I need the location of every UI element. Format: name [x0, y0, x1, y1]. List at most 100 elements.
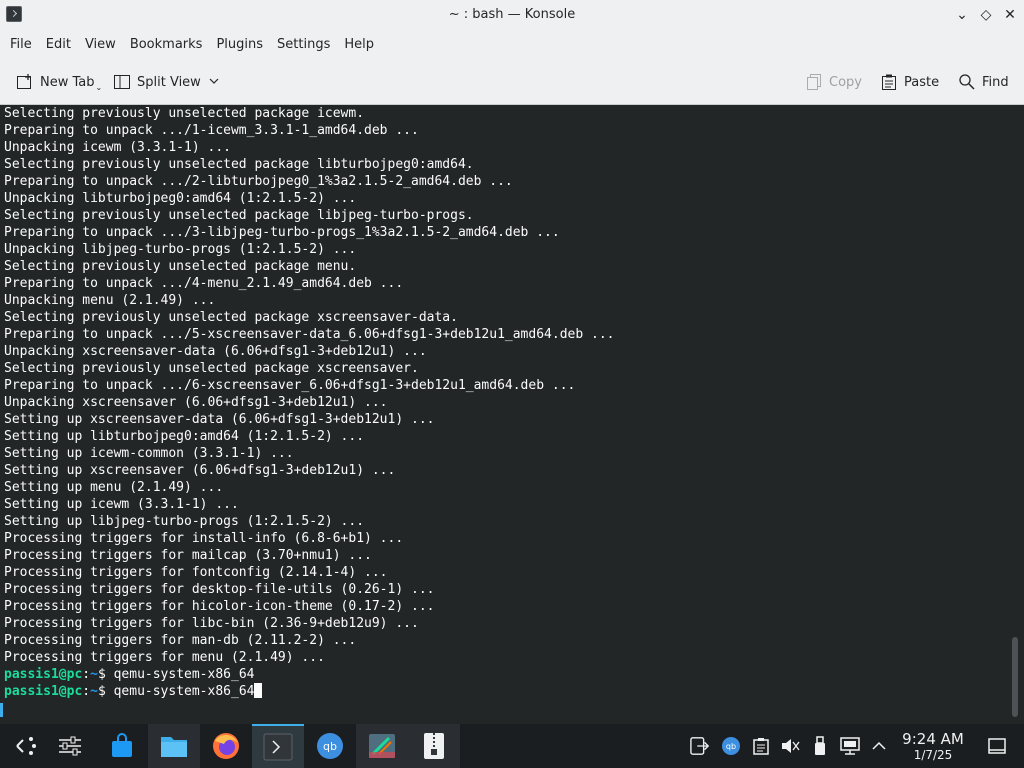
network-wired-icon[interactable]	[840, 736, 860, 756]
terminal-line: Unpacking icewm (3.3.1-1) ...	[4, 140, 231, 155]
prompt-separator: :	[82, 667, 91, 682]
terminal-line: Selecting previously unselected package …	[4, 208, 474, 223]
menu-bar: File Edit View Bookmarks Plugins Setting…	[0, 30, 1024, 58]
menu-edit[interactable]: Edit	[39, 37, 78, 52]
volume-muted-icon[interactable]	[780, 736, 800, 756]
terminal-line: Preparing to unpack .../2-libturbojpeg0_…	[4, 174, 513, 189]
terminal-input-marker	[0, 703, 3, 717]
window-title: ~ : bash — Konsole	[448, 7, 576, 22]
terminal-line: Setting up menu (2.1.49) ...	[4, 480, 224, 495]
split-view-icon	[113, 73, 131, 91]
new-tab-dropdown-icon: ⌄	[95, 82, 103, 92]
terminal-line: Selecting previously unselected package …	[4, 259, 357, 274]
terminal-line: Selecting previously unselected package …	[4, 361, 419, 376]
terminal-line: Unpacking libturbojpeg0:amd64 (1:2.1.5-2…	[4, 191, 357, 206]
prompt-user-host: passis1@pc	[4, 667, 83, 682]
terminal-cursor	[254, 683, 263, 698]
qbittorrent-tray-icon[interactable]: qb	[721, 736, 741, 756]
prompt-user-host: passis1@pc	[4, 684, 83, 699]
toolbar: New Tab ⌄ Split View Copy Paste Find	[0, 58, 1024, 105]
terminal-command: qemu-system-x86_64	[113, 667, 255, 682]
clock-date: 1/7/25	[913, 748, 953, 762]
kde-app-icon[interactable]	[356, 724, 408, 768]
find-button[interactable]: Find	[958, 70, 1009, 94]
terminal-line: Setting up xscreensaver-data (6.06+dfsg1…	[4, 412, 435, 427]
terminal-line: Unpacking xscreensaver (6.06+dfsg1-3+deb…	[4, 395, 388, 410]
menu-file[interactable]: File	[3, 37, 39, 52]
terminal-line: Selecting previously unselected package …	[4, 157, 474, 172]
paste-icon	[880, 73, 898, 91]
terminal-line: Processing triggers for desktop-file-uti…	[4, 582, 435, 597]
terminal-line: Processing triggers for libc-bin (2.36-9…	[4, 616, 419, 631]
terminal-line: Setting up icewm (3.3.1-1) ...	[4, 497, 239, 512]
terminal-line: Preparing to unpack .../5-xscreensaver-d…	[4, 327, 615, 342]
minimize-button[interactable]: ⌄	[952, 5, 972, 25]
menu-bookmarks[interactable]: Bookmarks	[123, 37, 210, 52]
svg-text:qb: qb	[726, 742, 736, 751]
terminal-output: Selecting previously unselected package …	[4, 105, 614, 700]
chevron-up-icon[interactable]	[869, 736, 889, 756]
search-icon	[958, 73, 976, 91]
show-desktop-icon[interactable]	[987, 736, 1007, 756]
menu-settings[interactable]: Settings	[270, 37, 337, 52]
terminal-line: Unpacking menu (2.1.49) ...	[4, 293, 216, 308]
discover-store-icon[interactable]	[96, 724, 148, 768]
prompt-separator: :	[82, 684, 91, 699]
new-tab-button[interactable]: New Tab ⌄	[16, 70, 102, 94]
split-view-button[interactable]: Split View	[113, 70, 219, 94]
terminal-line: Processing triggers for mailcap (3.70+nm…	[4, 548, 372, 563]
new-tab-label: New Tab	[40, 74, 95, 90]
terminal-line: Processing triggers for fontconfig (2.14…	[4, 565, 388, 580]
terminal-line: Selecting previously unselected package …	[4, 106, 365, 121]
copy-icon	[805, 73, 823, 91]
archive-manager-icon[interactable]	[408, 724, 460, 768]
paste-button[interactable]: Paste	[880, 70, 939, 94]
copy-button[interactable]: Copy	[805, 70, 862, 94]
prompt-symbol: $	[97, 684, 114, 699]
terminal-line: Setting up xscreensaver (6.06+dfsg1-3+de…	[4, 463, 396, 478]
prompt-path: ~	[90, 667, 98, 682]
prompt-symbol: $	[97, 667, 114, 682]
terminal-line: Preparing to unpack .../3-libjpeg-turbo-…	[4, 225, 560, 240]
title-bar: ~ : bash — Konsole ⌄ ◇ ✕	[0, 0, 1024, 30]
clipboard-icon[interactable]	[751, 736, 771, 756]
terminal-line: Preparing to unpack .../1-icewm_3.3.1-1_…	[4, 123, 419, 138]
konsole-icon[interactable]	[252, 724, 304, 768]
terminal-scrollbar[interactable]	[1012, 637, 1018, 717]
terminal-prompt-line: passis1@pc:~$ qemu-system-x86_64	[4, 666, 614, 683]
copy-label: Copy	[829, 74, 862, 90]
maximize-button[interactable]: ◇	[976, 5, 996, 25]
menu-help[interactable]: Help	[337, 37, 381, 52]
firefox-icon[interactable]	[200, 724, 252, 768]
kde-connect-icon[interactable]	[690, 736, 710, 756]
terminal-line: Processing triggers for menu (2.1.49) ..…	[4, 650, 325, 665]
terminal-line: Processing triggers for man-db (2.11.2-2…	[4, 633, 357, 648]
clock[interactable]: 9:24 AM 1/7/25	[898, 730, 968, 763]
new-tab-icon	[16, 73, 34, 91]
terminal-line: Processing triggers for hicolor-icon-the…	[4, 599, 435, 614]
terminal-line: Processing triggers for install-info (6.…	[4, 531, 404, 546]
prompt-path: ~	[90, 684, 98, 699]
split-view-chevron-icon	[209, 75, 219, 90]
close-button[interactable]: ✕	[1000, 5, 1020, 25]
terminal-line: Selecting previously unselected package …	[4, 310, 458, 325]
terminal-line: Setting up icewm-common (3.3.1-1) ...	[4, 446, 294, 461]
usb-device-icon[interactable]	[810, 736, 830, 756]
terminal-prompt-line: passis1@pc:~$ qemu-system-x86_64	[4, 683, 614, 700]
clock-time: 9:24 AM	[902, 730, 964, 748]
split-view-label: Split View	[137, 74, 201, 90]
terminal-line: Setting up libturbojpeg0:amd64 (1:2.1.5-…	[4, 429, 365, 444]
terminal-view[interactable]: Selecting previously unselected package …	[0, 105, 1024, 724]
system-settings-icon[interactable]	[44, 724, 96, 768]
find-label: Find	[982, 74, 1009, 90]
terminal-line: Unpacking xscreensaver-data (6.06+dfsg1-…	[4, 344, 427, 359]
menu-view[interactable]: View	[78, 37, 123, 52]
taskbar: qb qb 9:24 AM 1/7/25	[0, 724, 1024, 768]
terminal-line: Preparing to unpack .../4-menu_2.1.49_am…	[4, 276, 404, 291]
terminal-line: Setting up libjpeg-turbo-progs (1:2.1.5-…	[4, 514, 365, 529]
menu-plugins[interactable]: Plugins	[209, 37, 270, 52]
terminal-line: Preparing to unpack .../6-xscreensaver_6…	[4, 378, 576, 393]
dolphin-files-icon[interactable]	[148, 724, 200, 768]
terminal-line: Unpacking libjpeg-turbo-progs (1:2.1.5-2…	[4, 242, 357, 257]
qbittorrent-icon[interactable]: qb	[304, 724, 356, 768]
